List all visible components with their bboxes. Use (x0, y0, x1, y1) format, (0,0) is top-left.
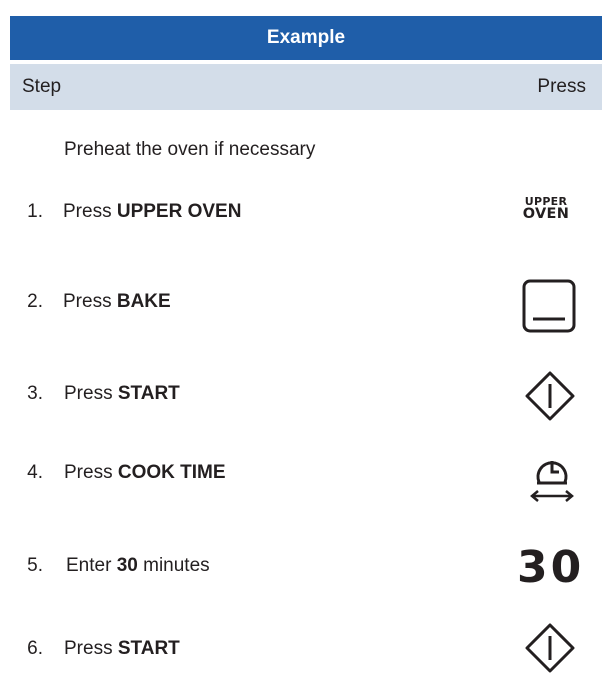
step-key: 30 (116, 555, 138, 576)
step-row-1: 1. Press UPPER OVEN UPPER OVEN (0, 196, 612, 244)
step-key: UPPER OVEN (116, 201, 242, 222)
step-row-4: 4. Press COOK TIME (0, 450, 612, 502)
step-text: Press BAKE (63, 291, 171, 312)
step-text: Press COOK TIME (64, 462, 226, 483)
step-row-5: 5. Enter 30 minutes 30 (0, 542, 612, 590)
intro-text: Preheat the oven if necessary (64, 139, 316, 160)
step-key: COOK TIME (117, 462, 226, 483)
step-text: Press START (64, 638, 180, 659)
step-key: BAKE (116, 291, 171, 312)
step-text: Press START (64, 383, 180, 404)
step-row-3: 3. Press START (0, 370, 612, 421)
step-text: Press UPPER OVEN (63, 201, 242, 222)
step-number: 1. (27, 201, 43, 222)
step-number: 2. (27, 291, 43, 312)
step-column-label: Step (22, 76, 62, 97)
start-icon (525, 623, 575, 673)
step-number: 3. (27, 383, 43, 404)
step-key: START (117, 638, 180, 659)
header-title: Example (266, 27, 346, 48)
column-header-row: Step Press (10, 64, 602, 110)
step-number: 6. (27, 638, 43, 659)
step-number: 5. (27, 555, 43, 576)
bake-icon (522, 279, 576, 333)
upper-oven-icon: UPPER OVEN (522, 195, 570, 222)
step-number: 4. (27, 462, 43, 483)
thirty-display: 30 (517, 542, 585, 593)
step-text: Enter 30 minutes (66, 555, 210, 576)
start-icon (525, 371, 575, 421)
cook-time-icon (530, 461, 574, 502)
press-column-label: Press (537, 76, 586, 97)
step-row-2: 2. Press BAKE (0, 279, 612, 333)
step-row-6: 6. Press START (0, 623, 612, 676)
step-key: START (117, 383, 180, 404)
table-header: Example (10, 16, 602, 60)
